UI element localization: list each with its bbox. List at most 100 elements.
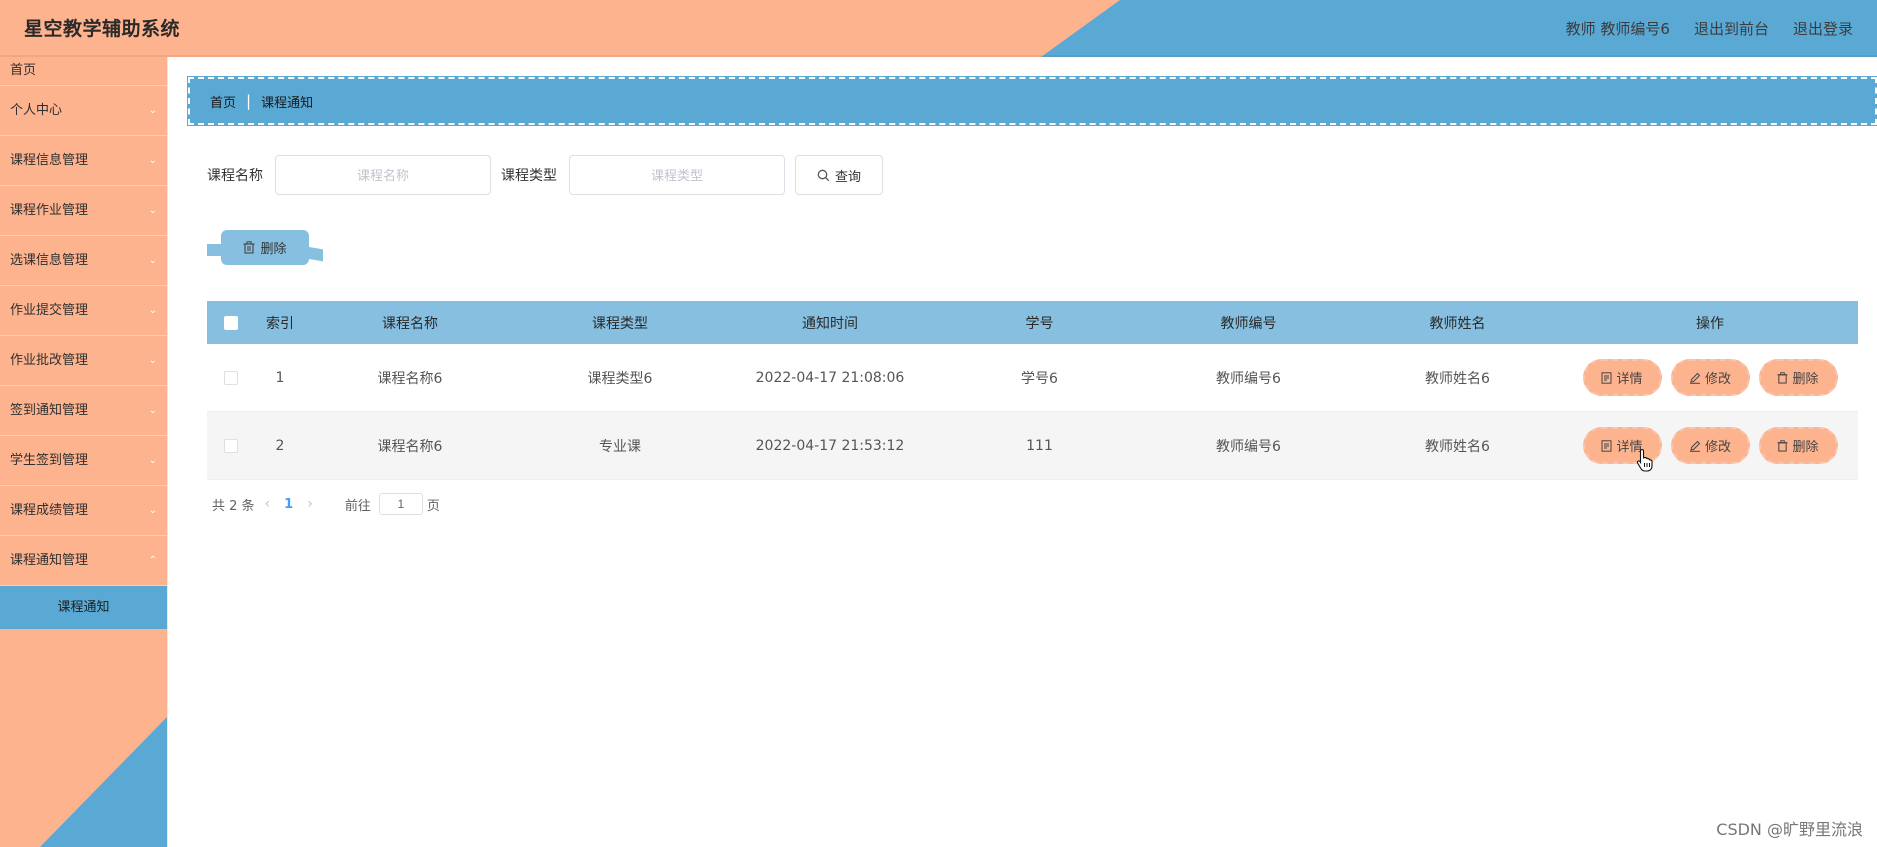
chevron-down-icon: ⌄ <box>148 205 157 216</box>
course-type-input[interactable] <box>569 155 785 195</box>
table-cell: 课程类型6 <box>587 370 653 387</box>
edit-button[interactable]: 修改 <box>1670 359 1750 396</box>
delete-button-label: 删除 <box>1792 440 1819 455</box>
notice-table: 索引 课程名称 课程类型 通知时间 学号 教师编号 教师姓名 操作 1 课程名称… <box>207 301 1858 480</box>
table-cell: 教师姓名6 <box>1425 370 1490 387</box>
column-header: 教师姓名 <box>1429 315 1486 332</box>
breadcrumb: 首页 | 课程通知 <box>187 76 1877 126</box>
sidebar-item-course-homework[interactable]: 课程作业管理 ⌄ <box>0 186 167 236</box>
batch-delete-label: 删除 <box>260 242 287 257</box>
select-all-checkbox[interactable] <box>224 315 238 330</box>
sidebar-item-label: 作业批改管理 <box>10 353 89 368</box>
sidebar-item-homework-submission[interactable]: 作业提交管理 ⌄ <box>0 286 167 336</box>
table-cell: 课程名称6 <box>377 438 443 455</box>
row-checkbox[interactable] <box>224 438 238 453</box>
chevron-down-icon: ⌄ <box>148 355 157 366</box>
row-select-cell <box>207 438 255 453</box>
row-checkbox[interactable] <box>224 370 238 385</box>
sidebar-divider <box>167 57 168 847</box>
detail-button-label: 详情 <box>1616 372 1643 387</box>
table-cell: 课程名称6 <box>377 370 443 387</box>
chevron-down-icon: ⌄ <box>148 455 157 466</box>
sidebar-item-course-selection[interactable]: 选课信息管理 ⌄ <box>0 236 167 286</box>
row-actions: 详情 修改 删除 <box>1562 427 1858 464</box>
table-cell: 教师编号6 <box>1216 438 1281 455</box>
sidebar: 首页 个人中心 ⌄ 课程信息管理 ⌄ 课程作业管理 ⌄ 选课信息管理 ⌄ 作业提交管理 ⌄… <box>0 57 167 847</box>
document-icon <box>1601 439 1612 452</box>
sidebar-item-label: 课程作业管理 <box>10 203 89 218</box>
chevron-down-icon: ⌄ <box>148 405 157 416</box>
sidebar-item-checkin-notice[interactable]: 签到通知管理 ⌄ <box>0 386 167 436</box>
sidebar-item-label: 选课信息管理 <box>10 253 89 268</box>
app-title: 星空教学辅助系统 <box>24 18 181 40</box>
trash-icon <box>1777 371 1789 384</box>
delete-button[interactable]: 删除 <box>1758 427 1838 464</box>
sidebar-decoration <box>40 717 167 847</box>
sidebar-item-label: 课程信息管理 <box>10 153 89 168</box>
search-form: 课程名称 课程类型 查询 <box>207 155 883 195</box>
logout-link[interactable]: 退出登录 <box>1793 18 1853 39</box>
row-actions: 详情 修改 删除 <box>1562 359 1858 396</box>
pagination-total: 共 2 条 <box>212 498 255 514</box>
table-cell: 2022-04-17 21:53:12 <box>755 437 905 454</box>
header-links: 教师 教师编号6 退出到前台 退出登录 <box>1566 18 1853 39</box>
table-cell: 教师姓名6 <box>1425 438 1490 455</box>
sidebar-item-label: 个人中心 <box>10 103 63 118</box>
sidebar-item-label: 课程成绩管理 <box>10 503 89 518</box>
search-icon <box>817 169 830 182</box>
chevron-left-icon[interactable]: ‹ <box>265 496 271 512</box>
button-decoration <box>307 246 323 262</box>
page-number-current[interactable]: 1 <box>284 497 293 512</box>
table-cell: 1 <box>275 369 285 386</box>
sidebar-item-course-info[interactable]: 课程信息管理 ⌄ <box>0 136 167 186</box>
course-name-input[interactable] <box>275 155 491 195</box>
chevron-down-icon: ⌄ <box>148 255 157 266</box>
table-cell: 111 <box>1026 437 1053 454</box>
document-icon <box>1601 371 1612 384</box>
row-select-cell <box>207 370 255 385</box>
sidebar-item-course-notice[interactable]: 课程通知管理 ⌃ <box>0 536 167 586</box>
chevron-down-icon: ⌄ <box>148 505 157 516</box>
watermark: CSDN @旷野里流浪 <box>1716 820 1863 839</box>
edit-button[interactable]: 修改 <box>1670 427 1750 464</box>
sidebar-item-label: 签到通知管理 <box>10 403 89 418</box>
column-header: 课程名称 <box>382 315 438 332</box>
back-to-frontend-link[interactable]: 退出到前台 <box>1694 18 1769 39</box>
goto-page-input[interactable] <box>378 493 423 515</box>
sidebar-item-home[interactable]: 首页 <box>0 57 167 86</box>
breadcrumb-separator: | <box>246 92 252 110</box>
batch-delete-button[interactable]: 删除 <box>221 230 309 265</box>
detail-button[interactable]: 详情 <box>1582 359 1662 396</box>
sidebar-item-homework-grading[interactable]: 作业批改管理 ⌄ <box>0 336 167 386</box>
course-name-label: 课程名称 <box>207 168 263 184</box>
table-cell: 学号6 <box>1021 370 1058 387</box>
breadcrumb-home[interactable]: 首页 <box>210 92 236 111</box>
sidebar-item-course-grades[interactable]: 课程成绩管理 ⌄ <box>0 486 167 536</box>
delete-button[interactable]: 删除 <box>1758 359 1838 396</box>
delete-button-label: 删除 <box>1792 372 1819 387</box>
search-button-label: 查询 <box>834 169 861 185</box>
sidebar-item-student-checkin[interactable]: 学生签到管理 ⌄ <box>0 436 167 486</box>
search-button[interactable]: 查询 <box>795 155 883 195</box>
page-suffix: 页 <box>426 498 440 514</box>
chevron-right-icon[interactable]: › <box>307 496 313 512</box>
column-header: 通知时间 <box>802 315 858 332</box>
trash-icon <box>243 241 255 254</box>
table-header: 索引 课程名称 课程类型 通知时间 学号 教师编号 教师姓名 操作 <box>207 301 1858 344</box>
chevron-up-icon: ⌃ <box>148 555 157 566</box>
sidebar-item-personal-center[interactable]: 个人中心 ⌄ <box>0 86 167 136</box>
chevron-down-icon: ⌄ <box>148 105 157 116</box>
pencil-icon <box>1689 372 1701 384</box>
sidebar-subitem-course-notice[interactable]: 课程通知 <box>0 586 167 629</box>
chevron-down-icon: ⌄ <box>148 155 157 166</box>
pagination: 共 2 条 ‹ 1 › 前往 页 <box>212 492 440 516</box>
sidebar-item-label: 作业提交管理 <box>10 303 89 318</box>
sidebar-item-label: 首页 <box>10 63 37 78</box>
current-user-label: 教师 教师编号6 <box>1565 20 1670 38</box>
column-header: 操作 <box>1696 315 1724 332</box>
sidebar-item-label: 学生签到管理 <box>10 453 89 468</box>
column-header: 教师编号 <box>1220 315 1277 332</box>
column-header: 学号 <box>1025 315 1054 332</box>
chevron-down-icon: ⌄ <box>148 305 157 316</box>
table-row: 1 课程名称6 课程类型6 2022-04-17 21:08:06 学号6 教师… <box>207 344 1858 412</box>
